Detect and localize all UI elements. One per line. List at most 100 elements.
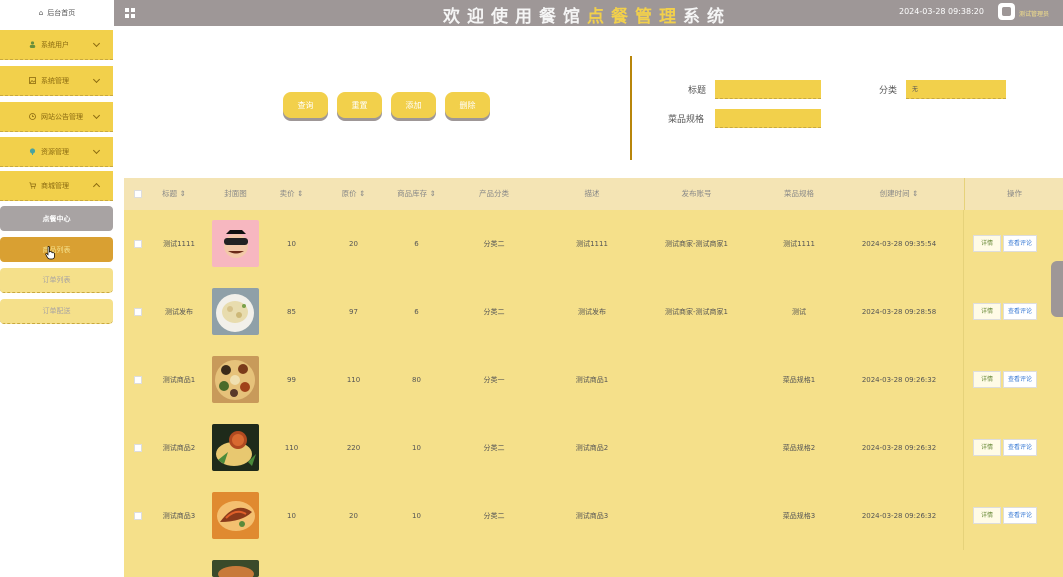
sidebar-item-announcements[interactable]: 网站公告管理 <box>0 102 113 132</box>
cell-stock: 10 <box>412 512 421 520</box>
col-account: 发布账号 <box>681 189 712 198</box>
sidebar-item-resources[interactable]: 资源管理 <box>0 137 113 167</box>
row-checkbox[interactable] <box>134 376 142 384</box>
cell-category: 分类二 <box>483 512 505 520</box>
spec-filter-input[interactable] <box>715 109 821 128</box>
sidebar-item-users[interactable]: 系统用户 <box>0 30 113 60</box>
actions-cell: 详情 查看评论 <box>963 278 1063 346</box>
cover-image <box>212 560 259 577</box>
sidebar-sub-product-list[interactable]: 商品列表 <box>0 237 113 262</box>
image-icon <box>29 77 36 84</box>
sidebar-item-system[interactable]: 系统管理 <box>0 66 113 96</box>
actions-cell: 详情 查看评论 <box>963 346 1063 414</box>
spec-filter-label: 菜品规格 <box>668 115 705 125</box>
view-reviews-button[interactable]: 查看评论 <box>1003 303 1037 320</box>
row-checkbox[interactable] <box>134 308 142 316</box>
title-filter-input[interactable] <box>715 80 821 99</box>
cell-spec: 菜品规格2 <box>782 444 816 452</box>
sidebar-sub-order-center[interactable]: 点餐中心 <box>0 206 113 231</box>
cell-created: 2024-03-28 09:35:54 <box>861 240 937 248</box>
cell-orig-price: 20 <box>349 512 358 520</box>
chevron-down-icon <box>92 111 101 120</box>
sidebar-item-shop[interactable]: 商城管理 <box>0 171 113 201</box>
cell-title: 测试商品1 <box>162 376 196 384</box>
actions-cell: 详情 查看评论 <box>963 482 1063 550</box>
cell-account: 测试商家-测试商家1 <box>665 240 728 248</box>
title-filter-label: 标题 <box>688 86 707 96</box>
row-checkbox[interactable] <box>134 512 142 520</box>
cell-desc: 测试1111 <box>576 240 608 248</box>
detail-button[interactable]: 详情 <box>973 235 1001 252</box>
cell-created: 2024-03-28 09:26:32 <box>861 376 937 384</box>
table-header: 标题 ⇕ 封面图 卖价 ⇕ 原价 ⇕ 商品库存 ⇕ 产品分类 描述 发布账号 菜… <box>124 178 1063 210</box>
cell-created: 2024-03-28 09:26:32 <box>861 512 937 520</box>
cover-image <box>212 220 259 267</box>
cell-stock: 6 <box>414 240 419 248</box>
delete-button[interactable]: 删除 <box>445 92 490 118</box>
col-stock[interactable]: 商品库存 ⇕ <box>384 178 449 210</box>
category-filter-label: 分类 <box>879 86 898 96</box>
cell-desc: 测试发布 <box>578 308 606 316</box>
cell-spec: 菜品规格3 <box>782 512 816 520</box>
view-reviews-button[interactable]: 查看评论 <box>1003 235 1037 252</box>
col-title[interactable]: 标题 ⇕ <box>154 178 194 210</box>
home-link[interactable]: ⌂ 后台首页 <box>0 0 114 26</box>
cell-title: 测试商品2 <box>162 444 196 452</box>
cell-sell-price: 99 <box>287 376 296 384</box>
col-sell-price[interactable]: 卖价 ⇕ <box>269 178 314 210</box>
cell-account <box>654 414 739 482</box>
select-all-checkbox[interactable] <box>134 190 142 198</box>
chevron-up-icon <box>92 182 101 191</box>
cell-desc: 测试商品3 <box>575 512 609 520</box>
cell-created: 2024-03-28 09:26:32 <box>861 444 937 452</box>
avatar-icon <box>1002 7 1011 16</box>
home-icon: ⌂ <box>38 9 44 17</box>
query-button[interactable]: 查询 <box>283 92 328 118</box>
menu-toggle-icon[interactable] <box>125 8 135 18</box>
cell-sell-price: 110 <box>284 444 299 452</box>
table-row: 测试1111 10 20 6 分类二 测试1111 测试商家-测试商家1 测试1… <box>124 210 1063 279</box>
cell-spec: 菜品规格1 <box>782 376 816 384</box>
cell-account: 测试商家-测试商家1 <box>665 308 728 316</box>
add-button[interactable]: 添加 <box>391 92 436 118</box>
sidebar: 系统用户 系统管理 网站公告管理 资源管理 商城管理 点餐中心 商品列表 订单列… <box>0 26 114 577</box>
cell-desc: 测试商品2 <box>575 444 609 452</box>
avatar[interactable] <box>998 3 1015 20</box>
chevron-down-icon <box>92 75 101 84</box>
detail-button[interactable]: 详情 <box>973 439 1001 456</box>
cover-image <box>212 492 259 539</box>
sidebar-sub-order-list[interactable]: 订单列表 <box>0 268 113 293</box>
clock-icon <box>29 113 36 120</box>
view-reviews-button[interactable]: 查看评论 <box>1003 371 1037 388</box>
reset-button[interactable]: 重置 <box>337 92 382 118</box>
detail-button[interactable]: 详情 <box>973 303 1001 320</box>
col-category: 产品分类 <box>479 189 509 198</box>
col-desc: 描述 <box>584 189 600 198</box>
actions-cell: 详情 查看评论 <box>963 414 1063 482</box>
category-select[interactable]: 无 <box>906 80 1006 99</box>
cell-category: 分类一 <box>483 376 505 384</box>
cell-account <box>654 346 739 414</box>
divider <box>630 56 632 160</box>
detail-button[interactable]: 详情 <box>973 507 1001 524</box>
cell-stock: 6 <box>414 308 419 316</box>
table-row: 测试商品3 10 20 10 分类二 测试商品3 菜品规格3 2024-03-2… <box>124 482 1063 551</box>
col-created[interactable]: 创建时间 ⇕ <box>859 178 939 210</box>
col-orig-price[interactable]: 原价 ⇕ <box>331 178 376 210</box>
sidebar-sub-delivery[interactable]: 订单配送 <box>0 299 113 324</box>
cell-title: 测试发布 <box>165 308 193 316</box>
table-row: 测试商品2 110 220 10 分类二 测试商品2 菜品规格2 2024-03… <box>124 414 1063 483</box>
view-reviews-button[interactable]: 查看评论 <box>1003 439 1037 456</box>
cell-sell-price: 10 <box>287 240 296 248</box>
hand-cursor-icon <box>45 246 55 260</box>
admin-name[interactable]: 测试管理员 <box>1019 9 1049 18</box>
row-checkbox[interactable] <box>134 240 142 248</box>
cover-image <box>212 424 259 471</box>
view-reviews-button[interactable]: 查看评论 <box>1003 507 1037 524</box>
detail-button[interactable]: 详情 <box>973 371 1001 388</box>
cover-image <box>212 356 259 403</box>
row-checkbox[interactable] <box>134 444 142 452</box>
cell-category: 分类二 <box>483 308 505 316</box>
side-drawer-handle[interactable] <box>1051 261 1063 317</box>
cell-stock: 10 <box>412 444 421 452</box>
